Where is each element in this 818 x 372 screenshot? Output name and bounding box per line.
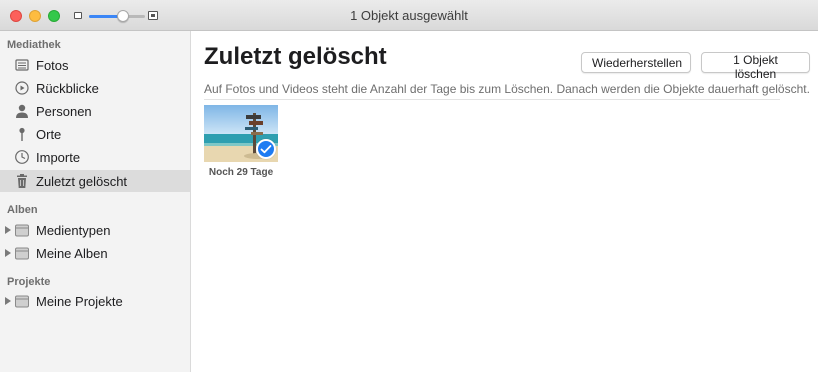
trash-icon xyxy=(17,174,27,188)
folder-icon xyxy=(15,224,29,237)
title-bar: 1 Objekt ausgewählt xyxy=(0,0,818,31)
sidebar-item-label: Medientypen xyxy=(36,223,111,238)
description-text: Auf Fotos und Videos steht die Anzahl de… xyxy=(204,82,810,96)
days-remaining-label: Noch 29 Tage xyxy=(208,167,274,178)
section-header-projects: Projekte xyxy=(7,276,51,288)
sidebar-item-imports[interactable]: Importe xyxy=(0,146,190,168)
sidebar-item-label: Personen xyxy=(36,104,92,119)
sidebar-item-label: Meine Projekte xyxy=(36,294,123,309)
disclosure-triangle-icon[interactable] xyxy=(5,297,11,305)
sidebar-item-label: Orte xyxy=(36,127,62,142)
sidebar-item-label: Importe xyxy=(36,150,81,165)
person-icon xyxy=(16,104,28,118)
section-header-library: Mediathek xyxy=(7,39,61,51)
restore-button[interactable]: Wiederherstellen xyxy=(581,52,691,73)
photos-icon xyxy=(15,59,29,71)
pin-icon xyxy=(19,127,25,141)
main-content: Zuletzt gelöscht Wiederherstellen 1 Obje… xyxy=(192,31,818,372)
memories-icon xyxy=(15,81,29,95)
sidebar-item-places[interactable]: Orte xyxy=(0,123,190,145)
sidebar-item-people[interactable]: Personen xyxy=(0,100,190,122)
divider xyxy=(204,99,780,100)
sidebar-item-label: Rückblicke xyxy=(36,81,99,96)
selected-check-icon xyxy=(256,139,276,159)
sidebar-item-media-types[interactable]: Medientypen xyxy=(0,219,190,241)
page-title: Zuletzt gelöscht xyxy=(204,43,387,70)
sidebar-item-recently-deleted[interactable]: Zuletzt gelöscht xyxy=(0,170,190,192)
section-header-albums: Alben xyxy=(7,204,38,216)
delete-button[interactable]: 1 Objekt löschen xyxy=(701,52,810,81)
window-title: 1 Objekt ausgewählt xyxy=(350,8,468,23)
sidebar-item-my-albums[interactable]: Meine Alben xyxy=(0,242,190,264)
clock-icon xyxy=(15,150,29,164)
folder-icon xyxy=(15,247,29,260)
sidebar-item-label: Fotos xyxy=(36,58,69,73)
sidebar-item-memories[interactable]: Rückblicke xyxy=(0,77,190,99)
disclosure-triangle-icon[interactable] xyxy=(5,226,11,234)
sidebar-item-photos[interactable]: Fotos xyxy=(0,54,190,76)
sidebar-item-my-projects[interactable]: Meine Projekte xyxy=(0,290,190,312)
folder-icon xyxy=(15,295,29,308)
sidebar-item-label: Zuletzt gelöscht xyxy=(36,174,128,189)
sidebar: Mediathek Fotos Rückblicke Personen Orte xyxy=(0,31,191,372)
disclosure-triangle-icon[interactable] xyxy=(5,249,11,257)
sidebar-item-label: Meine Alben xyxy=(36,246,108,261)
